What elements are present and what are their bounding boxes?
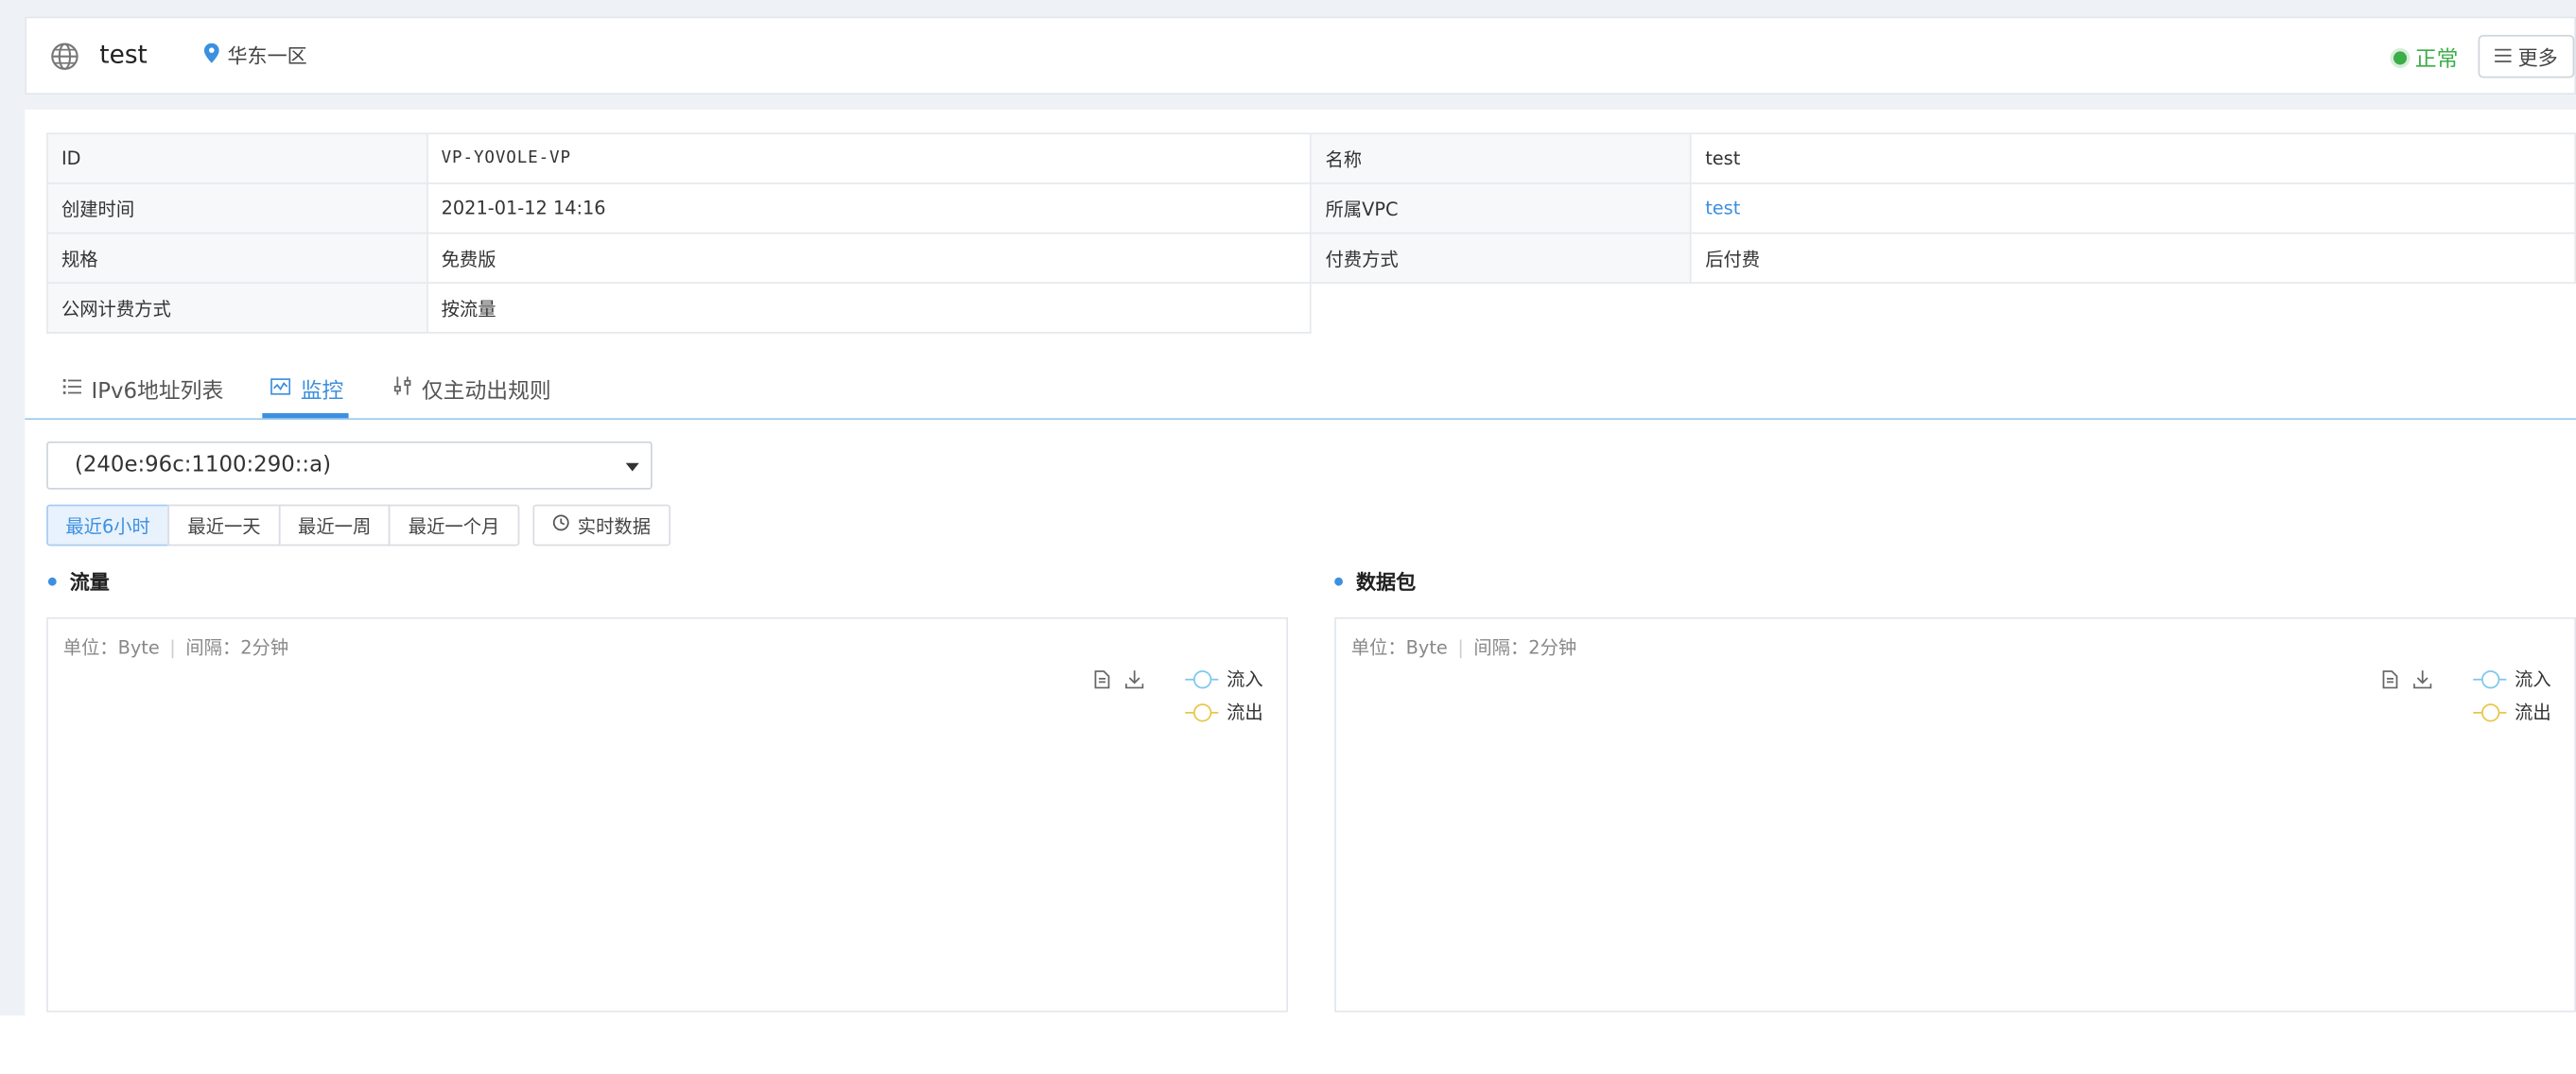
packets-section-title: 数据包 <box>1334 567 1416 596</box>
section-title-text: 流量 <box>69 570 110 595</box>
info-key: 公网计费方式 <box>46 282 428 334</box>
realtime-label: 实时数据 <box>577 514 652 537</box>
menu-lines-icon <box>2495 44 2512 68</box>
info-value: test <box>1690 132 2576 184</box>
section-title-text: 数据包 <box>1355 570 1417 595</box>
status-badge: 正常 <box>2393 42 2458 73</box>
region-text: 华东一区 <box>227 44 307 68</box>
info-key: 创建时间 <box>46 182 428 234</box>
info-value: 免费版 <box>426 232 1313 285</box>
realtime-button[interactable]: 实时数据 <box>532 504 671 546</box>
tab-outbound-rules[interactable]: 仅主动出规则 <box>393 373 551 405</box>
info-key: 规格 <box>46 232 428 285</box>
more-button[interactable]: 更多 <box>2478 34 2575 78</box>
info-blank <box>1311 282 2576 333</box>
bullet-dot-icon <box>1334 577 1343 586</box>
packets-chart-panel: 单位：Byte|间隔：2分钟 0123408:5209:5210:5211:52… <box>1334 616 2576 1014</box>
detail-panel: ID VP-YOVOLE-VP 名称 test 创建时间 2021-01-12 … <box>25 109 2576 1016</box>
info-key: ID <box>46 132 428 184</box>
info-table: ID VP-YOVOLE-VP 名称 test 创建时间 2021-01-12 … <box>46 132 2576 334</box>
more-label: 更多 <box>2517 45 2558 69</box>
vpc-link[interactable]: test <box>1690 182 2576 234</box>
traffic-chart-svg <box>48 619 1290 1014</box>
info-value: 按流量 <box>426 282 1313 334</box>
tab-label: IPv6地址列表 <box>91 379 224 406</box>
range-1m-button[interactable]: 最近一个月 <box>388 504 520 546</box>
status-dot-icon <box>2393 50 2408 64</box>
globe-icon <box>50 42 80 78</box>
address-select-value: (240e:96c:1100:290::a) <box>74 453 332 478</box>
info-value: VP-YOVOLE-VP <box>426 132 1313 184</box>
info-key: 名称 <box>1310 132 1693 184</box>
info-key: 付费方式 <box>1310 232 1693 285</box>
location-pin-icon <box>203 43 219 68</box>
caret-down-icon <box>625 462 639 472</box>
info-key: 所属VPC <box>1310 182 1693 234</box>
address-select[interactable]: (240e:96c:1100:290::a) <box>46 441 653 490</box>
clock-icon <box>552 514 569 536</box>
status-text: 正常 <box>2414 47 2459 74</box>
info-value: 后付费 <box>1690 232 2576 285</box>
traffic-section-title: 流量 <box>47 567 110 596</box>
tab-bar: IPv6地址列表 监控 仅主动出规则 <box>25 362 2576 421</box>
active-tab-indicator <box>262 413 349 419</box>
range-1d-button[interactable]: 最近一天 <box>167 504 281 546</box>
bullet-dot-icon <box>47 577 57 586</box>
table-row: 公网计费方式 按流量 <box>46 282 2576 334</box>
traffic-chart-panel: 单位：Byte|间隔：2分钟 010020030040008:5209:5210… <box>46 616 1290 1014</box>
table-row: 创建时间 2021-01-12 14:16 所属VPC test <box>46 182 2576 234</box>
region-label: 华东一区 <box>203 42 307 70</box>
header-bar: test 华东一区 正常 更多 <box>25 16 2576 95</box>
range-6h-button[interactable]: 最近6小时 <box>46 504 170 546</box>
sliders-icon <box>393 376 411 401</box>
monitor-icon <box>270 376 291 401</box>
tab-ipv6-list[interactable]: IPv6地址列表 <box>62 373 224 406</box>
packets-chart-svg <box>1336 619 2576 1014</box>
table-row: 规格 免费版 付费方式 后付费 <box>46 232 2576 285</box>
range-1w-button[interactable]: 最近一周 <box>278 504 391 546</box>
table-row: ID VP-YOVOLE-VP 名称 test <box>46 132 2576 184</box>
instance-title: test <box>99 40 148 70</box>
list-icon <box>62 376 82 401</box>
tab-label: 监控 <box>300 379 344 406</box>
info-value: 2021-01-12 14:16 <box>426 182 1313 234</box>
tab-monitor[interactable]: 监控 <box>270 373 343 405</box>
tab-label: 仅主动出规则 <box>421 379 551 406</box>
